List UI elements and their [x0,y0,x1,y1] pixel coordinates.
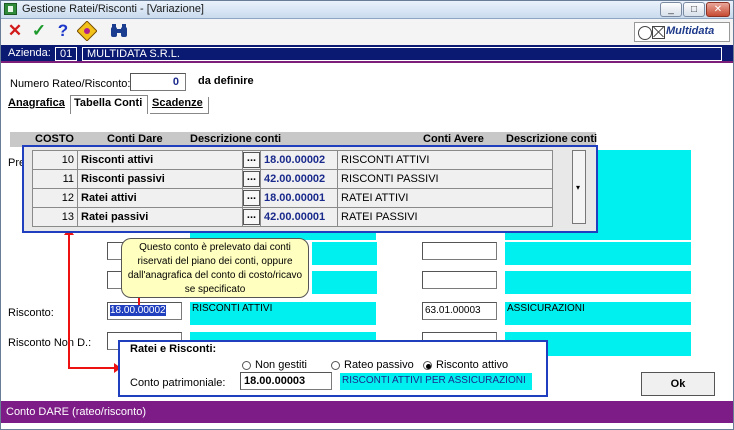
header-descrizione-avere: Descrizione conti [506,133,598,145]
risconto-dare-field[interactable]: 18.00.00002 [107,302,182,320]
popup-row[interactable]: 11 Risconti passivi ... 42.00.00002 RISC… [32,169,553,189]
ok-button[interactable]: Ok [641,372,715,396]
brand-name: Multidata [666,25,715,37]
row-account-desc: RATEI ATTIVI [337,188,553,208]
risconto-nond-label: Risconto Non D.: [8,337,92,349]
row-description: Risconti attivi [77,150,243,170]
row-description: Risconti passivi [77,169,243,189]
connector-line [68,233,70,368]
confirm-icon[interactable]: ✓ [28,21,50,41]
popup-row[interactable]: 13 Ratei passivi ... 42.00.00001 RATEI P… [32,207,553,227]
ratei-risconti-title: Ratei e Risconti: [130,343,217,355]
cyan-cell [190,332,376,340]
lookup-button-label: ... [243,190,260,206]
tab-scadenze[interactable]: Scadenze [152,97,203,113]
cyan-cell [505,242,691,265]
row-account-desc: RATEI PASSIVI [337,207,553,227]
radio-non-gestiti[interactable] [242,361,251,370]
lookup-button[interactable]: ... [242,207,261,227]
binoculars-icon[interactable] [108,21,130,41]
popup-row[interactable]: 10 Risconti attivi ... 18.00.00002 RISCO… [32,150,553,170]
tab-underline [150,113,208,114]
popup-account-grid: 10 Risconti attivi ... 18.00.00002 RISCO… [22,145,598,233]
cyan-cell [505,271,691,294]
row-account: 18.00.00001 [260,188,338,208]
connector-line [138,297,140,305]
scroll-down-icon[interactable]: ▾ [576,183,580,192]
radio-rateo-passivo[interactable] [331,361,340,370]
maximize-button[interactable]: □ [683,2,705,17]
tab-divider [208,97,209,114]
risconto-avere-field[interactable]: 63.01.00003 [422,302,497,320]
brand-logo: Multidata [634,22,730,42]
risconto-dare-desc: RISCONTI ATTIVI [190,302,376,325]
box-logo-icon [652,26,665,39]
row-account: 18.00.00002 [260,150,338,170]
row-number: 12 [32,188,78,208]
close-button[interactable]: ✕ [706,2,730,17]
tab-anagrafica[interactable]: Anagrafica [8,97,65,113]
window-title: Gestione Ratei/Risconti - [Variazione] [22,3,204,15]
row-number: 11 [32,169,78,189]
row-account-desc: RISCONTI PASSIVI [337,169,553,189]
numero-field[interactable]: 0 [130,73,186,91]
row-account: 42.00.00002 [260,169,338,189]
risconto-dare-value: 18.00.00002 [110,305,166,316]
lookup-button[interactable]: ... [242,188,261,208]
popup-scrollbar[interactable]: ▾ [572,150,586,224]
radio-non-gestiti-label: Non gestiti [255,359,307,371]
azienda-name: MULTIDATA S.R.L. [82,47,722,61]
cyan-cell [505,232,691,240]
cancel-icon[interactable]: ✕ [4,21,26,41]
info-tooltip: Questo conto è prelevato dai conti riser… [121,238,309,298]
row-description: Ratei attivi [77,188,243,208]
header-descrizione-dare: Descrizione conti [190,133,282,145]
tab-scadenze-label: Scadenze [152,97,203,109]
conto-patrimoniale-field[interactable]: 18.00.00003 [240,372,332,390]
risconto-label: Risconto: [8,307,54,319]
radio-rateo-passivo-label: Rateo passivo [344,359,414,371]
header-conti-avere: Conti Avere [423,133,484,145]
app-icon [4,3,17,15]
status-text: Conto DARE (rateo/risconto) [6,406,146,418]
row-number: 10 [32,150,78,170]
lookup-button[interactable]: ... [242,169,261,189]
conto-patrimoniale-label: Conto patrimoniale: [130,377,226,389]
tab-tabella-conti-label: Tabella Conti [74,97,143,109]
azienda-code: 01 [55,47,77,61]
azienda-label: Azienda: [8,47,51,59]
lookup-button-label: ... [243,171,260,187]
cyan-cell [312,271,377,294]
circle-logo-icon [638,26,652,40]
cyan-cell [597,150,691,232]
row-description: Ratei passivi [77,207,243,227]
header-conti-dare: Conti Dare [107,133,163,145]
lookup-button[interactable]: ... [242,150,261,170]
avere-field[interactable] [422,271,497,289]
numero-status: da definire [198,75,254,87]
popup-row[interactable]: 12 Ratei attivi ... 18.00.00001 RATEI AT… [32,188,553,208]
tools-icon[interactable] [76,20,98,42]
header-costo: COSTO [35,133,74,145]
conto-patrimoniale-desc: RISCONTI ATTIVI PER ASSICURAZIONI [340,373,532,390]
lookup-button-label: ... [243,209,260,225]
help-icon[interactable]: ? [52,21,74,41]
minimize-button[interactable]: _ [660,2,682,17]
row-number: 13 [32,207,78,227]
avere-field[interactable] [422,242,497,260]
radio-risconto-attivo-label: Risconto attivo [436,359,509,371]
numero-label: Numero Rateo/Risconto: [10,78,131,90]
risconto-avere-desc: ASSICURAZIONI [505,302,691,325]
row-account: 42.00.00001 [260,207,338,227]
radio-risconto-attivo[interactable] [423,361,432,370]
row-account-desc: RISCONTI ATTIVI [337,150,553,170]
cyan-cell [312,242,377,265]
lookup-button-label: ... [243,152,260,168]
connector-line [68,367,116,369]
tab-anagrafica-label: Anagrafica [8,97,65,109]
